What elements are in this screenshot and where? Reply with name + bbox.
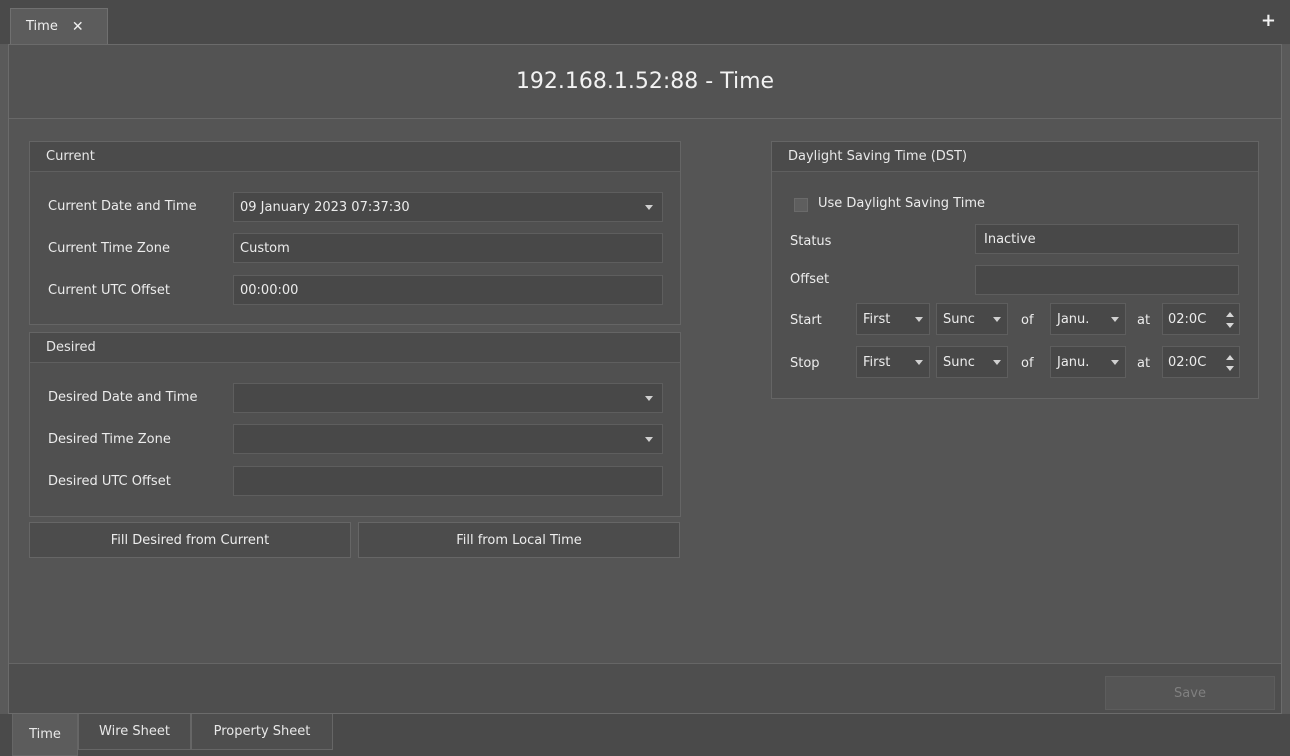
chevron-down-icon xyxy=(1111,317,1119,322)
desired-group: Desired Desired Date and Time Desired Ti… xyxy=(29,332,681,517)
current-date-time-label: Current Date and Time xyxy=(48,199,197,214)
desired-utc-offset-label: Desired UTC Offset xyxy=(48,474,171,489)
dst-stop-time-value: 02:0C xyxy=(1168,354,1207,370)
dst-status-field: Inactive xyxy=(975,224,1239,254)
tab-property-sheet[interactable]: Property Sheet xyxy=(191,714,333,750)
dst-start-of-label: of xyxy=(1021,313,1034,328)
dst-stop-day-select[interactable]: Sunc xyxy=(936,346,1008,378)
dst-start-time-spinner[interactable]: 02:0C xyxy=(1162,303,1240,335)
desired-group-header: Desired xyxy=(30,333,680,363)
current-time-zone-field: Custom xyxy=(233,233,663,263)
document-tab-time[interactable]: Time ✕ xyxy=(10,8,108,44)
spin-up-icon[interactable] xyxy=(1226,312,1234,317)
dst-stop-month-value: Janu. xyxy=(1057,354,1090,370)
dst-offset-label: Offset xyxy=(790,272,830,287)
dst-status-label: Status xyxy=(790,234,832,249)
desired-time-zone-label: Desired Time Zone xyxy=(48,432,171,447)
dst-stop-month-select[interactable]: Janu. xyxy=(1050,346,1126,378)
current-group: Current Current Date and Time 09 January… xyxy=(29,141,681,325)
dst-start-month-select[interactable]: Janu. xyxy=(1050,303,1126,335)
page-title: 192.168.1.52:88 - Time xyxy=(515,69,775,94)
dst-start-label: Start xyxy=(790,313,822,328)
fill-from-local-time-button[interactable]: Fill from Local Time xyxy=(358,522,680,558)
dst-stop-week-value: First xyxy=(863,354,891,370)
dst-group-header: Daylight Saving Time (DST) xyxy=(772,142,1258,172)
dst-stop-at-label: at xyxy=(1137,356,1151,371)
fill-desired-from-current-button[interactable]: Fill Desired from Current xyxy=(29,522,351,558)
current-utc-offset-field: 00:00:00 xyxy=(233,275,663,305)
dst-stop-week-select[interactable]: First xyxy=(856,346,930,378)
close-icon[interactable]: ✕ xyxy=(72,19,84,35)
dst-start-month-value: Janu. xyxy=(1057,311,1090,327)
dst-stop-day-value: Sunc xyxy=(943,354,975,370)
current-utc-offset-label: Current UTC Offset xyxy=(48,283,170,298)
current-time-zone-value: Custom xyxy=(240,240,290,256)
chevron-down-icon xyxy=(645,396,653,401)
spin-up-icon[interactable] xyxy=(1226,355,1234,360)
dst-group: Daylight Saving Time (DST) Use Daylight … xyxy=(771,141,1259,399)
desired-utc-offset-input[interactable] xyxy=(233,466,663,496)
chevron-down-icon xyxy=(915,360,923,365)
chevron-down-icon xyxy=(993,317,1001,322)
add-tab-icon[interactable]: + xyxy=(1261,12,1276,30)
use-dst-checkbox[interactable] xyxy=(794,198,808,212)
current-date-time-select[interactable]: 09 January 2023 07:37:30 xyxy=(233,192,663,222)
dst-start-day-select[interactable]: Sunc xyxy=(936,303,1008,335)
action-bar: Save xyxy=(9,663,1281,713)
current-time-zone-label: Current Time Zone xyxy=(48,241,171,256)
current-date-time-value: 09 January 2023 07:37:30 xyxy=(240,199,410,215)
chevron-down-icon xyxy=(915,317,923,322)
dst-start-week-value: First xyxy=(863,311,891,327)
chevron-down-icon xyxy=(1111,360,1119,365)
chevron-down-icon xyxy=(993,360,1001,365)
tab-time[interactable]: Time xyxy=(12,714,78,756)
spin-down-icon[interactable] xyxy=(1226,323,1234,328)
page-title-bar: 192.168.1.52:88 - Time xyxy=(9,45,1281,119)
save-button[interactable]: Save xyxy=(1105,676,1275,710)
current-utc-offset-value: 00:00:00 xyxy=(240,282,299,298)
time-view-frame: 192.168.1.52:88 - Time Current Current D… xyxy=(8,44,1282,714)
dst-offset-input[interactable] xyxy=(975,265,1239,295)
view-tab-bar: Time Wire Sheet Property Sheet xyxy=(0,714,1290,756)
desired-date-time-select[interactable] xyxy=(233,383,663,413)
chevron-down-icon xyxy=(645,437,653,442)
dst-stop-label: Stop xyxy=(790,356,820,371)
dst-stop-of-label: of xyxy=(1021,356,1034,371)
dst-start-at-label: at xyxy=(1137,313,1151,328)
document-tab-bar: Time ✕ + xyxy=(0,0,1290,44)
chevron-down-icon xyxy=(645,205,653,210)
desired-time-zone-select[interactable] xyxy=(233,424,663,454)
use-dst-label: Use Daylight Saving Time xyxy=(818,196,985,211)
dst-start-week-select[interactable]: First xyxy=(856,303,930,335)
dst-status-value: Inactive xyxy=(984,231,1036,247)
dst-start-day-value: Sunc xyxy=(943,311,975,327)
current-group-header: Current xyxy=(30,142,680,172)
document-tab-label: Time xyxy=(26,19,58,34)
dst-start-time-value: 02:0C xyxy=(1168,311,1207,327)
spin-down-icon[interactable] xyxy=(1226,366,1234,371)
desired-date-time-label: Desired Date and Time xyxy=(48,390,198,405)
dst-stop-time-spinner[interactable]: 02:0C xyxy=(1162,346,1240,378)
tab-wire-sheet[interactable]: Wire Sheet xyxy=(78,714,191,750)
